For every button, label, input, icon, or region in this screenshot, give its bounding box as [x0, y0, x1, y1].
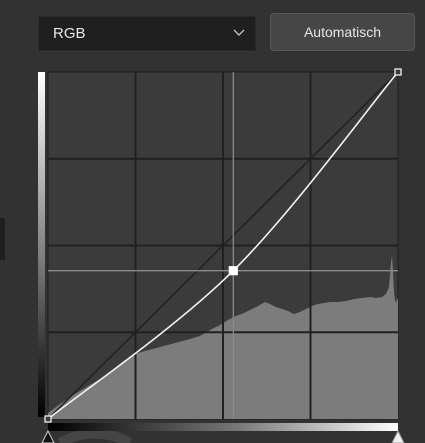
white-slider-triangle-icon[interactable]	[391, 429, 405, 443]
black-slider-triangle-icon[interactable]	[41, 429, 55, 443]
input-sliders	[41, 429, 405, 443]
